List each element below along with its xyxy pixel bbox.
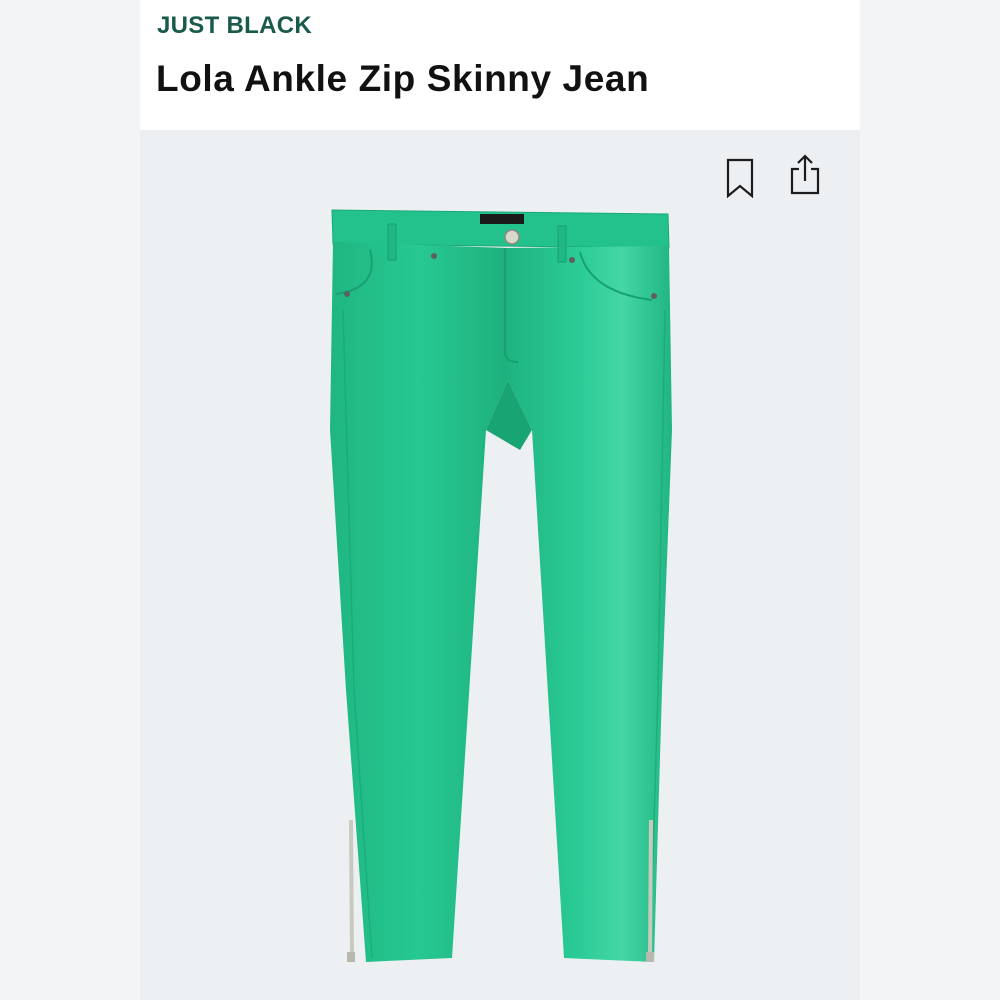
left-margin: [0, 0, 140, 1000]
bookmark-icon: [726, 158, 754, 198]
share-icon: [790, 154, 820, 195]
jeans-left-leg: [330, 242, 508, 962]
share-button[interactable]: [785, 152, 825, 196]
product-header: JUST BLACK Lola Ankle Zip Skinny Jean: [140, 0, 860, 130]
right-ankle-zipper: [648, 819, 653, 961]
brand-name[interactable]: JUST BLACK: [157, 12, 312, 40]
product-title: Lola Ankle Zip Skinny Jean: [156, 58, 650, 99]
right-margin: [860, 0, 1000, 1000]
product-image[interactable]: [140, 130, 860, 1000]
left-ankle-zipper: [349, 819, 354, 961]
product-image-area: [140, 130, 860, 1000]
bookmark-button[interactable]: [720, 156, 760, 200]
jeans-right-leg: [506, 246, 672, 962]
product-page: JUST BLACK Lola Ankle Zip Skinny Jean: [0, 0, 1000, 1000]
